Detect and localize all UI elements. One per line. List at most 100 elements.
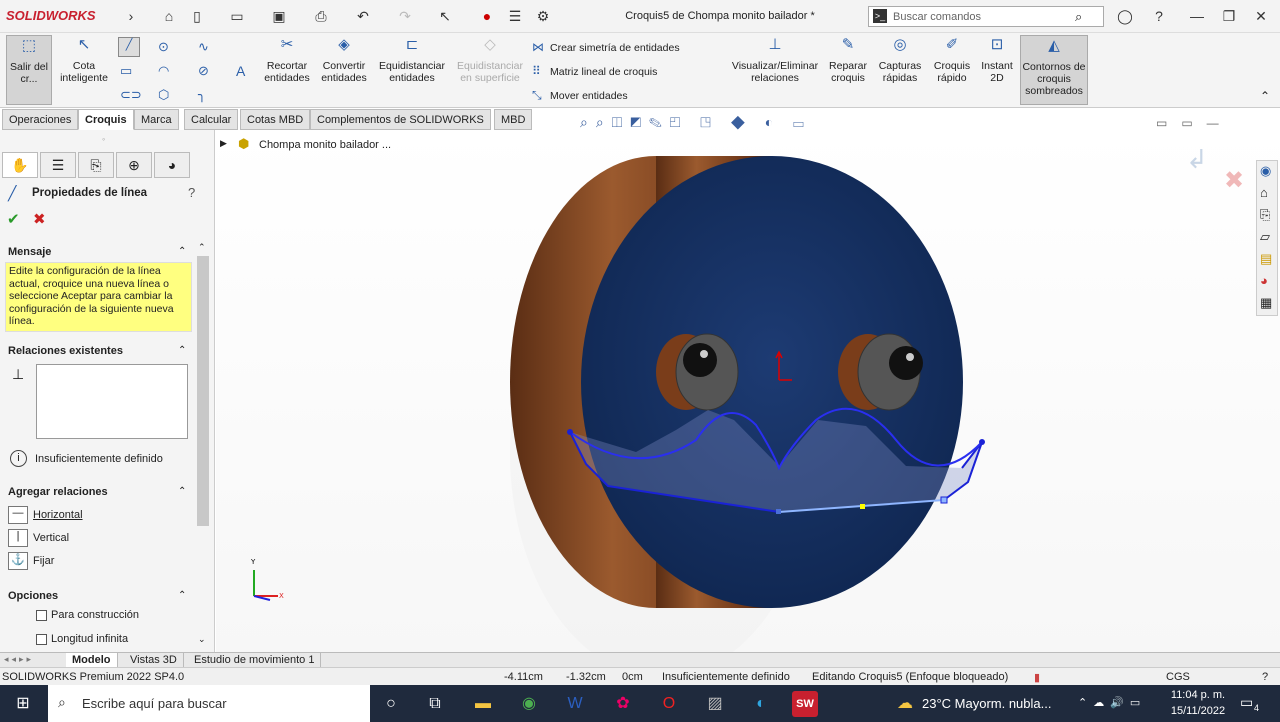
clock-date[interactable]: 15/11/2022: [1168, 705, 1228, 717]
appearances-icon[interactable]: ◕: [1260, 273, 1268, 288]
word-icon[interactable]: W: [562, 691, 588, 717]
help-icon[interactable]: ?: [1150, 7, 1168, 25]
move-entities-button[interactable]: ⤡ Mover entidades: [532, 88, 628, 103]
vertical-relation-button[interactable]: | Vertical: [8, 529, 69, 547]
tab-scroll-arrows[interactable]: ◂◂▸▸: [4, 654, 34, 665]
text-icon[interactable]: A: [236, 63, 245, 79]
shaded-contours-button[interactable]: ◭ Contornos de croquis sombreados: [1020, 35, 1088, 105]
panel-grip[interactable]: ◦: [102, 134, 105, 144]
dimxpert-tab-icon[interactable]: ⊕: [116, 152, 152, 178]
paint-icon[interactable]: ✿: [610, 691, 636, 717]
ellipse-icon[interactable]: ⊘: [198, 63, 209, 79]
cortana-icon[interactable]: ○: [378, 691, 404, 717]
tab-modelo[interactable]: Modelo: [66, 653, 118, 668]
undo-icon[interactable]: ↶: [354, 7, 372, 25]
chevron-up-icon[interactable]: ⌃: [178, 345, 186, 356]
edge-icon[interactable]: ◐: [748, 691, 774, 717]
user-icon[interactable]: ◯: [1116, 7, 1134, 25]
convert-entities-button[interactable]: ◈ Convertir entidades: [318, 37, 370, 84]
collapse-ribbon-icon[interactable]: ⌃: [1260, 89, 1270, 103]
status-help-icon[interactable]: ?: [1262, 671, 1268, 683]
options-header[interactable]: Opciones: [8, 590, 58, 602]
rectangle-icon[interactable]: ▭: [120, 63, 132, 79]
tab-motion-study[interactable]: Estudio de movimiento 1: [188, 653, 322, 668]
windows-start-icon[interactable]: ⊞: [10, 691, 36, 717]
search-input[interactable]: >_ Buscar comandos ⌕: [868, 6, 1104, 27]
options-gear-icon[interactable]: ⚙: [534, 7, 552, 25]
photos-icon[interactable]: ▨: [702, 691, 728, 717]
add-relations-header[interactable]: Agregar relaciones: [8, 486, 108, 498]
rapid-sketch-button[interactable]: ✐ Croquis rápido: [930, 37, 974, 84]
help-icon[interactable]: ?: [188, 185, 195, 200]
ok-button[interactable]: ✔: [7, 210, 20, 228]
notifications-icon[interactable]: ▭: [1240, 694, 1253, 711]
display-relations-button[interactable]: ⊥ Visualizar/Eliminar relaciones: [728, 37, 822, 84]
close-button[interactable]: ✕: [1252, 7, 1270, 25]
message-header[interactable]: Mensaje: [8, 246, 51, 258]
print-icon[interactable]: ⎙: [312, 7, 330, 25]
tab-operaciones[interactable]: Operaciones: [2, 109, 79, 130]
circle-icon[interactable]: ⊙: [158, 39, 169, 55]
file-explorer-taskbar-icon[interactable]: ▬: [470, 691, 496, 717]
tab-calcular[interactable]: Calcular: [184, 109, 239, 130]
mirror-entities-button[interactable]: ⋈ Crear simetría de entidades: [532, 40, 680, 54]
relations-list[interactable]: [36, 364, 188, 439]
home-icon[interactable]: ⌂: [160, 7, 178, 25]
tab-croquis[interactable]: Croquis: [78, 109, 134, 130]
model-viewport[interactable]: Y X: [216, 130, 1280, 653]
offset-surface-button[interactable]: ◇ Equidistanciar en superficie: [454, 37, 526, 84]
save-icon[interactable]: ▣: [270, 7, 288, 25]
system-tray-icons[interactable]: ⌃☁🔊▭: [1078, 696, 1146, 709]
redo-icon[interactable]: ↷: [396, 7, 414, 25]
opera-icon[interactable]: O: [656, 691, 682, 717]
search-icon[interactable]: ⌕: [1075, 9, 1082, 25]
quick-snaps-button[interactable]: ◎ Capturas rápidas: [876, 37, 924, 84]
feature-tree-tab-icon[interactable]: ☰: [40, 152, 76, 178]
rebuild-status-icon[interactable]: ▮: [1034, 671, 1040, 684]
open-icon[interactable]: ▭: [228, 7, 246, 25]
chevron-up-icon[interactable]: ⌃: [178, 486, 186, 497]
weather-text[interactable]: 23°C Mayorm. nubla...: [922, 696, 1051, 711]
new-document-icon[interactable]: ▯: [188, 7, 206, 25]
custom-properties-icon[interactable]: ▦: [1260, 295, 1272, 311]
clock-time[interactable]: 11:04 p. m.: [1168, 689, 1228, 701]
home-icon[interactable]: ⌂: [1260, 185, 1268, 200]
repair-sketch-button[interactable]: ✎ Reparar croquis: [826, 37, 870, 84]
spline-icon[interactable]: ∿: [198, 39, 209, 55]
relations-header[interactable]: Relaciones existentes: [8, 345, 123, 357]
instant2d-button[interactable]: ⊡ Instant 2D: [978, 37, 1016, 84]
trim-entities-button[interactable]: ✂ Recortar entidades: [262, 37, 312, 84]
resources-icon[interactable]: ◉: [1260, 163, 1271, 179]
infinite-length-checkbox[interactable]: Longitud infinita: [36, 633, 128, 645]
design-library-icon[interactable]: ⎘: [1260, 207, 1270, 223]
appearance-tab-icon[interactable]: ◕: [154, 152, 190, 178]
graphics-area[interactable]: ▶ ⬢ Chompa monito bailador ... Y X ↲ ✖ ◉…: [216, 130, 1280, 653]
tab-mbd[interactable]: MBD: [494, 109, 533, 130]
horizontal-relation-button[interactable]: — Horizontal: [8, 506, 83, 524]
confirmation-corner-cancel-icon[interactable]: ✖: [1224, 166, 1244, 195]
fillet-icon[interactable]: ╮: [198, 87, 206, 103]
config-tab-icon[interactable]: ⎘: [78, 152, 114, 178]
property-tab-icon[interactable]: ✋: [2, 152, 38, 178]
line-icon[interactable]: ╱: [118, 37, 140, 57]
chevron-right-icon[interactable]: ›: [122, 7, 140, 25]
cancel-button[interactable]: ✖: [33, 210, 46, 228]
chrome-icon[interactable]: ◉: [516, 691, 542, 717]
minimize-button[interactable]: —: [1188, 7, 1206, 25]
taskbar-search[interactable]: ⌕ Escribe aquí para buscar: [48, 685, 370, 722]
exit-sketch-button[interactable]: ⬚ Salir del cr...: [6, 35, 52, 105]
file-properties-icon[interactable]: ☰: [506, 7, 524, 25]
rebuild-icon[interactable]: ●: [478, 7, 496, 25]
offset-entities-button[interactable]: ⊏ Equidistanciar entidades: [376, 37, 448, 84]
chevron-up-icon[interactable]: ⌃: [178, 590, 186, 601]
linear-pattern-button[interactable]: ⠿ Matriz lineal de croquis: [532, 64, 657, 78]
unit-system[interactable]: CGS: [1166, 671, 1190, 683]
tab-complementos[interactable]: Complementos de SOLIDWORKS: [310, 109, 491, 130]
tab-vistas-3d[interactable]: Vistas 3D: [124, 653, 184, 668]
app-logo[interactable]: SOLIDWORKS: [6, 8, 96, 23]
slot-icon[interactable]: ⊂⊃: [120, 87, 142, 103]
task-view-icon[interactable]: ⧉: [422, 691, 448, 717]
tab-marca[interactable]: Marca: [134, 109, 179, 130]
construction-checkbox[interactable]: Para construcción: [36, 609, 139, 621]
arc-icon[interactable]: ◠: [158, 63, 169, 79]
